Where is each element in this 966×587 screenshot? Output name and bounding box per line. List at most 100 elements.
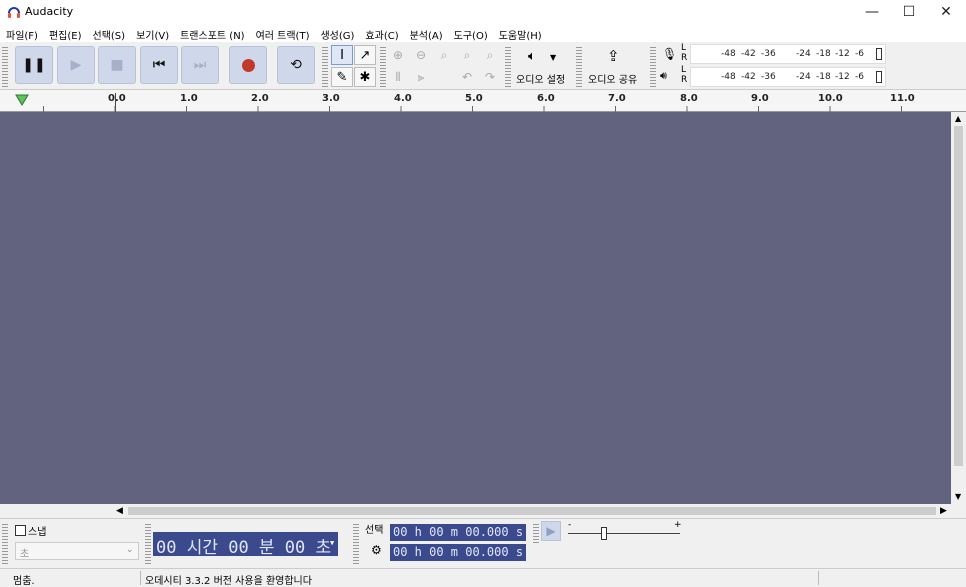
trim-button[interactable]: ⫴	[387, 67, 409, 87]
audio-setup-button[interactable]: 🔈︎ ▼ 오디오 설정	[512, 45, 574, 87]
horizontal-scrollbar[interactable]: ◀ ▶	[0, 504, 966, 518]
ruler-label: 4.0	[394, 93, 412, 104]
selection-grip[interactable]	[353, 522, 359, 566]
play-button[interactable]: ▶	[57, 46, 95, 84]
menu-edit[interactable]: 편집(E)	[49, 24, 88, 42]
track-area[interactable]	[0, 112, 951, 504]
record-meter-tick: -12	[835, 49, 850, 59]
silence-button[interactable]: ⫸	[410, 67, 432, 87]
timeline-ruler[interactable]: 0.0 1.0 2.0 3.0 4.0 5.0 6.0 7.0 8.0 9.0 …	[0, 90, 966, 112]
undo-button[interactable]: ↶	[456, 67, 478, 87]
status-state: 멈춤.	[13, 576, 35, 587]
snap-unit-select[interactable]: 초 ⌄	[15, 542, 139, 560]
scroll-right-icon[interactable]: ▶	[940, 506, 947, 516]
menu-file[interactable]: 파일(F)	[6, 24, 44, 42]
zoom-toggle-button[interactable]: ⌕	[479, 45, 501, 65]
draw-tool[interactable]: ✎	[331, 67, 353, 87]
status-bar: 멈춤. 오데시티 3.3.2 버전 사용을 환영합니다	[0, 568, 966, 587]
ruler-label: 11.0	[890, 93, 915, 104]
menu-tools[interactable]: 도구(O)	[454, 24, 494, 42]
selection-label: 선택	[365, 525, 384, 536]
pause-button[interactable]: ❚❚	[15, 46, 53, 84]
speed-slider-thumb[interactable]	[601, 527, 607, 540]
vertical-scroll-thumb[interactable]	[954, 126, 963, 466]
fit-selection-button[interactable]: ⌕	[433, 45, 455, 65]
menu-generate[interactable]: 생성(G)	[320, 24, 360, 42]
record-meter-l-label: L	[681, 43, 687, 53]
play-at-speed-button[interactable]: ▶	[541, 521, 561, 541]
time-display[interactable]: 00 시간 00 분 00 초 ▼	[153, 532, 338, 558]
menu-analyze[interactable]: 분석(A)	[410, 24, 449, 42]
selection-start-field[interactable]: 00 h 00 m 00.000 s	[390, 524, 526, 541]
menu-select[interactable]: 선택(S)	[93, 24, 132, 42]
playback-meter[interactable]: -48 -42 -36 -24 -18 -12 -6	[690, 67, 886, 87]
minimize-button[interactable]: —	[853, 0, 891, 24]
time-display-value: 00 시간 00 분 00 초	[156, 538, 332, 558]
edit-grip[interactable]	[380, 45, 386, 87]
play-at-speed-grip[interactable]	[533, 522, 539, 544]
play-meter-l-label: L	[681, 65, 687, 75]
snap-checkbox[interactable]	[15, 525, 26, 536]
vertical-scrollbar[interactable]: ▲ ▼	[951, 112, 966, 504]
speed-slider-track	[568, 533, 680, 534]
redo-button[interactable]: ↷	[479, 67, 501, 87]
stop-button[interactable]: ■	[98, 46, 136, 84]
horizontal-scroll-thumb[interactable]	[128, 507, 936, 515]
microphone-icon[interactable]: 🎙︎	[662, 47, 677, 61]
share-audio-label: 오디오 공유	[588, 75, 638, 86]
audio-setup-grip[interactable]	[505, 45, 511, 87]
time-grip[interactable]	[145, 522, 151, 566]
record-meter-tick: -18	[816, 49, 831, 59]
title-bar: Audacity — ☐ ✕	[0, 0, 966, 24]
record-button[interactable]	[229, 46, 267, 84]
trim-icon: ⫴	[395, 69, 401, 84]
playback-meter-slider[interactable]	[876, 71, 882, 83]
ruler-label: 1.0	[180, 93, 198, 104]
pause-icon: ❚❚	[22, 57, 46, 73]
scroll-left-icon[interactable]: ◀	[116, 506, 123, 516]
ruler-label: 9.0	[751, 93, 769, 104]
selection-end-field[interactable]: 00 h 00 m 00.000 s	[390, 544, 526, 561]
skip-end-button[interactable]: ⏭	[181, 46, 219, 84]
maximize-button[interactable]: ☐	[890, 0, 928, 24]
status-message: 오데시티 3.3.2 버전 사용을 환영합니다	[145, 576, 312, 587]
menu-transport[interactable]: 트랜스포트 (N)	[180, 24, 250, 42]
menu-view[interactable]: 보기(V)	[136, 24, 175, 42]
toolbar-grip[interactable]	[2, 45, 8, 87]
menu-help[interactable]: 도움말(H)	[499, 24, 548, 42]
status-divider	[140, 571, 141, 585]
settings-gear-icon[interactable]: ⚙	[371, 543, 382, 557]
record-meter-slider[interactable]	[876, 48, 882, 60]
menu-tracks[interactable]: 여러 트랙(T)	[256, 24, 316, 42]
zoom-out-button[interactable]: ⊖	[410, 45, 432, 65]
zoom-toggle-icon: ⌕	[486, 47, 494, 62]
snap-grip[interactable]	[2, 522, 8, 566]
menu-bar: 파일(F) 편집(E) 선택(S) 보기(V) 트랜스포트 (N) 여러 트랙(…	[0, 24, 966, 42]
selection-tool[interactable]: I	[331, 45, 353, 65]
bottom-toolbar: 스냅 초 ⌄ 00 시간 00 분 00 초 ▼ 선택 ⚙ 00 h 00 m …	[0, 518, 966, 568]
play-meter-tick: -12	[835, 72, 850, 82]
tools-grip[interactable]	[322, 45, 328, 87]
playback-speed-slider[interactable]: - +	[566, 520, 684, 542]
scroll-down-icon[interactable]: ▼	[955, 492, 961, 501]
close-button[interactable]: ✕	[927, 0, 965, 24]
play-meter-tick: -48	[721, 72, 736, 82]
play-meter-tick: -42	[741, 72, 756, 82]
meter-grip[interactable]	[650, 45, 656, 87]
fit-project-button[interactable]: ⌕	[456, 45, 478, 65]
play-icon: ▶	[70, 57, 82, 73]
skip-start-button[interactable]: ⏮	[140, 46, 178, 84]
zoom-in-button[interactable]: ⊕	[387, 45, 409, 65]
envelope-tool[interactable]: ↗	[354, 45, 376, 65]
playback-speaker-icon[interactable]: 🔊︎	[660, 69, 667, 83]
multi-tool[interactable]: ✱	[354, 67, 376, 87]
ruler-label: 10.0	[818, 93, 843, 104]
play-meter-tick: -36	[761, 72, 776, 82]
share-audio-button[interactable]: ⇪ 오디오 공유	[584, 45, 646, 87]
menu-effect[interactable]: 효과(C)	[365, 24, 404, 42]
loop-button[interactable]: ⟲	[277, 46, 315, 84]
record-meter-tick: -48	[721, 49, 736, 59]
scroll-up-icon[interactable]: ▲	[955, 114, 961, 123]
record-meter[interactable]: -48 -42 -36 -24 -18 -12 -6	[690, 44, 886, 64]
share-grip[interactable]	[576, 45, 582, 87]
